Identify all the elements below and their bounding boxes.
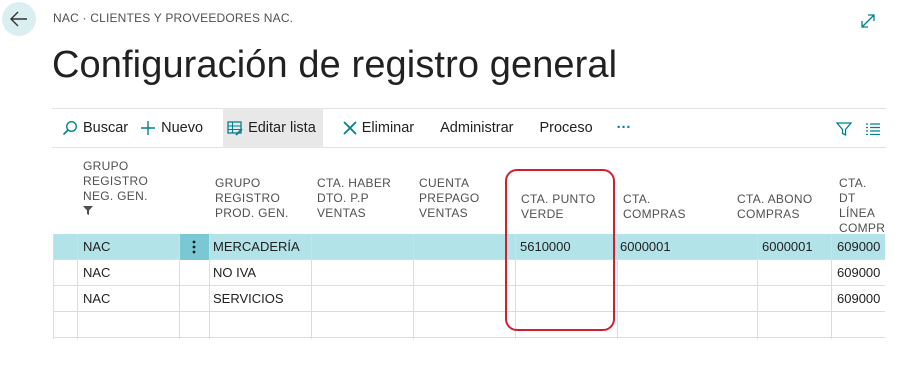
search-icon bbox=[62, 120, 78, 136]
dto-linea-compras-cell[interactable]: 609000 bbox=[837, 260, 880, 286]
search-label: Buscar bbox=[83, 120, 129, 136]
close-icon bbox=[343, 121, 357, 135]
prod-gen-cell[interactable]: MERCADERÍA bbox=[213, 234, 300, 260]
breadcrumb[interactable]: NAC · CLIENTES Y PROVEEDORES NAC. bbox=[53, 11, 293, 25]
process-menu[interactable]: Proceso bbox=[533, 108, 598, 148]
table-row[interactable]: NAC MERCADERÍA 5610000 6000001 6000001 6… bbox=[53, 234, 885, 260]
column-divider bbox=[311, 234, 312, 339]
highlight-annotation bbox=[505, 169, 615, 331]
list-view-icon[interactable] bbox=[866, 123, 880, 135]
edit-list-icon bbox=[227, 121, 243, 136]
column-divider bbox=[77, 234, 78, 339]
action-bar: Buscar Nuevo Editar lista Eliminar Admin… bbox=[52, 108, 886, 148]
table-row[interactable]: NAC SERVICIOS 609000 bbox=[53, 286, 885, 312]
expand-icon[interactable] bbox=[860, 13, 876, 34]
column-divider bbox=[831, 234, 832, 339]
new-button[interactable]: Nuevo bbox=[134, 108, 209, 148]
prod-gen-cell[interactable]: SERVICIOS bbox=[213, 286, 284, 312]
column-divider bbox=[53, 234, 54, 339]
edit-list-button[interactable]: Editar lista bbox=[223, 108, 323, 148]
column-divider bbox=[209, 234, 210, 339]
new-label: Nuevo bbox=[161, 120, 204, 136]
table-row-empty[interactable] bbox=[53, 312, 885, 338]
manage-label: Administrar bbox=[440, 120, 514, 136]
filter-icon[interactable] bbox=[836, 121, 852, 137]
manage-menu[interactable]: Administrar bbox=[434, 108, 519, 148]
edit-list-label: Editar lista bbox=[248, 120, 316, 136]
plus-icon bbox=[141, 121, 156, 135]
delete-button[interactable]: Eliminar bbox=[337, 108, 420, 148]
column-divider bbox=[179, 234, 180, 339]
dto-linea-compras-cell[interactable]: 609000 bbox=[837, 286, 880, 312]
abono-compras-cell[interactable]: 6000001 bbox=[762, 234, 813, 260]
page-title: Configuración de registro general bbox=[52, 44, 618, 86]
neg-gen-cell[interactable]: NAC bbox=[83, 286, 110, 312]
compras-cell[interactable]: 6000001 bbox=[620, 234, 671, 260]
table-row[interactable]: NAC NO IVA 609000 bbox=[53, 260, 885, 286]
delete-label: Eliminar bbox=[361, 120, 415, 136]
arrow-left-icon bbox=[10, 11, 27, 27]
column-divider bbox=[757, 234, 758, 339]
process-label: Proceso bbox=[539, 120, 593, 136]
back-button[interactable] bbox=[2, 2, 36, 36]
filter-icon bbox=[83, 206, 93, 215]
more-options-label: ··· bbox=[616, 120, 632, 136]
search-button[interactable]: Buscar bbox=[52, 108, 134, 148]
setup-grid: GRUPO REGISTRO NEG. GEN. GRUPO REGISTRO PROD… bbox=[53, 150, 885, 340]
neg-gen-cell[interactable]: NAC bbox=[83, 234, 110, 260]
column-header-neg-gen[interactable]: GRUPO REGISTRO NEG. GEN. bbox=[83, 159, 148, 243]
more-options-button[interactable]: ··· bbox=[611, 108, 638, 148]
column-divider bbox=[413, 234, 414, 339]
row-actions-button[interactable] bbox=[179, 234, 209, 260]
dto-linea-compras-cell[interactable]: 609000 bbox=[837, 234, 880, 260]
prod-gen-cell[interactable]: NO IVA bbox=[213, 260, 256, 286]
vertical-dots-icon bbox=[192, 240, 196, 254]
neg-gen-cell[interactable]: NAC bbox=[83, 260, 110, 286]
column-divider bbox=[617, 234, 618, 339]
